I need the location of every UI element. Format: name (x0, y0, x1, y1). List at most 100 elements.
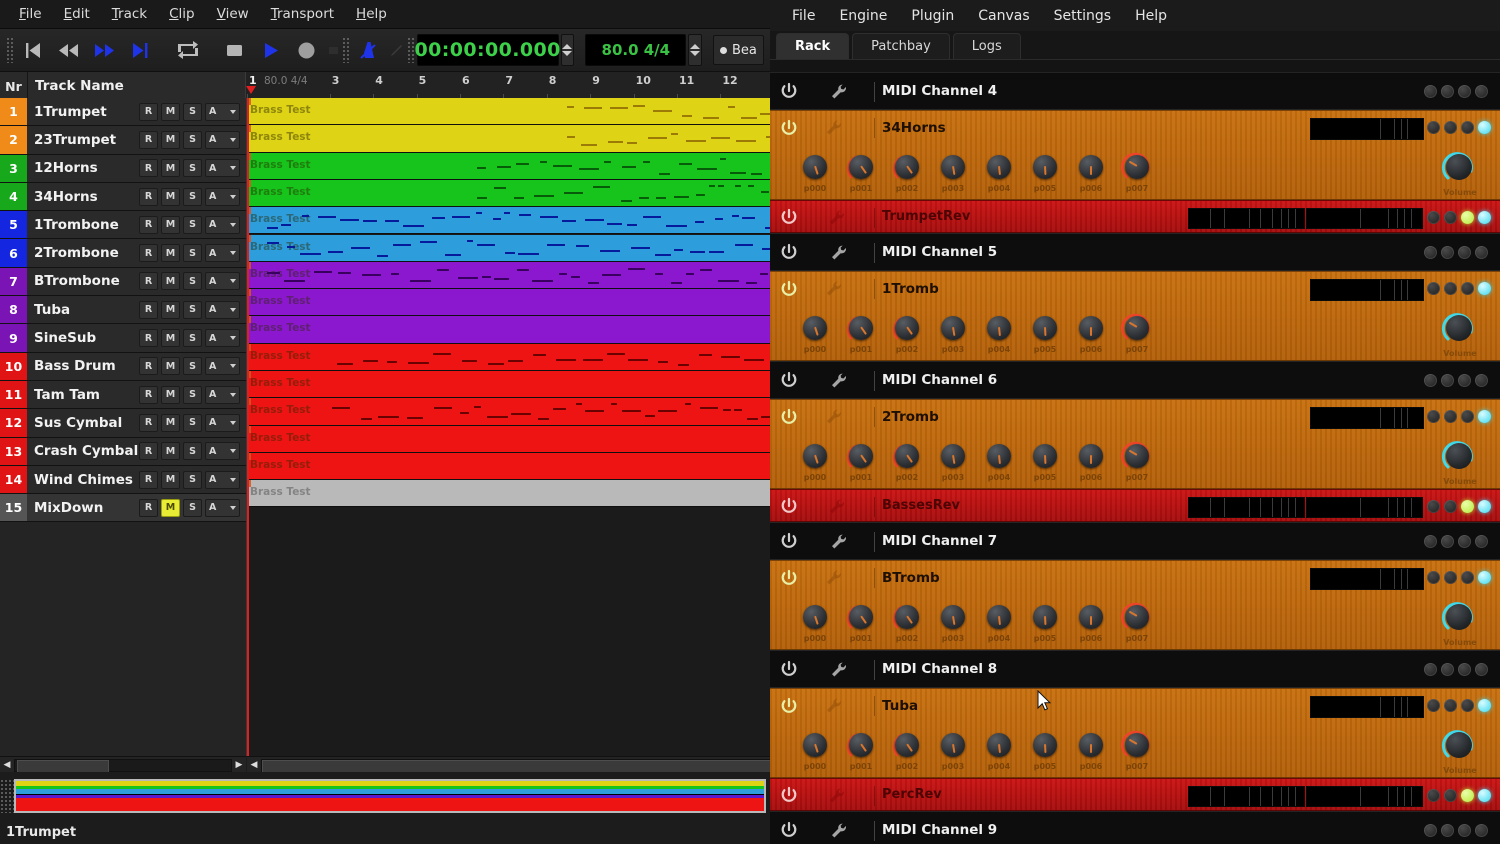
led-green[interactable] (1461, 789, 1474, 802)
track-mute-button[interactable]: M (161, 329, 180, 348)
edit-icon[interactable] (825, 119, 843, 141)
track-mute-button[interactable]: M (161, 244, 180, 263)
clip[interactable]: Brass Test (247, 261, 771, 290)
clip[interactable]: Brass Test (247, 480, 771, 508)
param-knob-p004[interactable] (982, 728, 1016, 762)
track-automation-button[interactable]: A (205, 130, 240, 149)
tab-patchbay[interactable]: Patchbay (852, 33, 950, 59)
track-solo-button[interactable]: S (183, 215, 202, 234)
track-mute-button[interactable]: M (161, 300, 180, 319)
param-knob-p005[interactable] (1028, 439, 1062, 473)
power-icon[interactable] (780, 280, 798, 298)
rack-slot-empty[interactable]: MIDI Channel 5 (770, 233, 1500, 271)
track-record-button[interactable]: R (139, 272, 158, 291)
edit-icon[interactable] (830, 83, 848, 105)
track-automation-button[interactable]: A (205, 470, 240, 489)
toolbar-grip[interactable] (6, 37, 14, 63)
led-dim[interactable] (1424, 535, 1437, 548)
beat-selector[interactable]: Bea (713, 35, 764, 65)
clip[interactable]: Brass Test (247, 398, 771, 426)
power-icon[interactable] (780, 371, 798, 389)
power-icon[interactable] (780, 243, 798, 261)
daw-menu-file[interactable]: File (8, 3, 53, 25)
carla-menu-settings[interactable]: Settings (1042, 4, 1123, 28)
track-solo-button[interactable]: S (183, 470, 202, 489)
tab-logs[interactable]: Logs (952, 33, 1021, 59)
rack-slot-reverb[interactable]: BassesRev (770, 489, 1500, 522)
led-dim[interactable] (1461, 282, 1474, 295)
led-dim[interactable] (1458, 246, 1471, 259)
plugin-header[interactable]: 34Horns (770, 111, 1500, 144)
param-knob-p000[interactable] (798, 311, 832, 345)
track-row[interactable]: 14 Wind Chimes R M S A (0, 465, 246, 495)
edit-icon[interactable] (830, 822, 848, 844)
track-solo-button[interactable]: S (183, 385, 202, 404)
carla-rack[interactable]: MIDI Channel 4 34Horns p000 p001 p002 p003 p00… (770, 72, 1500, 844)
power-icon[interactable] (780, 119, 798, 137)
param-knob-p004[interactable] (982, 439, 1016, 473)
led-cyan[interactable] (1478, 699, 1491, 712)
led-dim[interactable] (1458, 85, 1471, 98)
edit-icon[interactable] (825, 408, 843, 430)
power-icon[interactable] (780, 821, 798, 839)
track-record-button[interactable]: R (139, 385, 158, 404)
toolbar-grip-3[interactable] (407, 37, 415, 63)
led-dim[interactable] (1427, 571, 1440, 584)
led-dim[interactable] (1427, 699, 1440, 712)
track-record-button[interactable]: R (139, 470, 158, 489)
led-dim[interactable] (1458, 535, 1471, 548)
param-knob-p002[interactable] (890, 311, 924, 345)
track-mute-button[interactable]: M (161, 385, 180, 404)
led-cyan[interactable] (1478, 211, 1491, 224)
clip[interactable]: Brass Test (247, 289, 771, 317)
led-dim[interactable] (1441, 663, 1454, 676)
canvas-scroll-left-icon[interactable]: ◀ (247, 758, 261, 772)
canvas-scroll-thumb[interactable] (262, 759, 779, 773)
led-green[interactable] (1461, 500, 1474, 513)
track-name-label[interactable]: Wind Chimes (27, 472, 139, 488)
track-record-button[interactable]: R (139, 329, 158, 348)
param-knob-p007[interactable] (1120, 150, 1154, 184)
metronome-icon[interactable] (351, 35, 385, 65)
track-row[interactable]: 5 1Trombone R M S A (0, 211, 246, 240)
led-cyan[interactable] (1478, 571, 1491, 584)
track-mute-button[interactable]: M (161, 102, 180, 121)
loop-icon[interactable] (171, 35, 205, 65)
track-name-label[interactable]: SineSub (27, 330, 139, 346)
track-automation-button[interactable]: A (205, 357, 240, 376)
track-solo-button[interactable]: S (183, 102, 202, 121)
rack-slot-empty[interactable]: MIDI Channel 7 (770, 522, 1500, 560)
track-automation-button[interactable]: A (205, 215, 240, 234)
edit-icon[interactable] (828, 209, 846, 231)
track-name-label[interactable]: 23Trumpet (27, 132, 139, 148)
led-dim[interactable] (1427, 282, 1440, 295)
led-dim[interactable] (1444, 282, 1457, 295)
track-row[interactable]: 8 Tuba R M S A (0, 296, 246, 325)
param-knob-p003[interactable] (936, 600, 970, 634)
rack-slot-empty[interactable]: MIDI Channel 8 (770, 650, 1500, 688)
led-dim[interactable] (1461, 410, 1474, 423)
led-dim[interactable] (1427, 410, 1440, 423)
edit-icon[interactable] (825, 697, 843, 719)
clip[interactable]: Brass Test (247, 179, 771, 208)
scroll-right-icon[interactable]: ▶ (232, 758, 246, 772)
track-record-button[interactable]: R (139, 413, 158, 432)
track-name-label[interactable]: 2Trombone (27, 245, 139, 261)
param-knob-p007[interactable] (1120, 439, 1154, 473)
led-green[interactable] (1461, 211, 1474, 224)
led-dim[interactable] (1444, 699, 1457, 712)
power-icon[interactable] (780, 532, 798, 550)
canvas-hscrollbar[interactable]: ◀ (247, 756, 779, 773)
canvas-scroll-track[interactable] (261, 758, 779, 773)
track-row[interactable]: 6 2Trombone R M S A (0, 239, 246, 268)
led-dim[interactable] (1475, 246, 1488, 259)
carla-menu-file[interactable]: File (780, 4, 827, 28)
led-dim[interactable] (1444, 121, 1457, 134)
param-knob-p006[interactable] (1074, 311, 1108, 345)
volume-knob[interactable] (1440, 292, 1478, 347)
param-knob-p002[interactable] (890, 150, 924, 184)
rack-slot-reverb[interactable]: TrumpetRev (770, 200, 1500, 233)
carla-menu-canvas[interactable]: Canvas (966, 4, 1041, 28)
param-knob-p003[interactable] (936, 150, 970, 184)
edit-icon[interactable] (830, 533, 848, 555)
